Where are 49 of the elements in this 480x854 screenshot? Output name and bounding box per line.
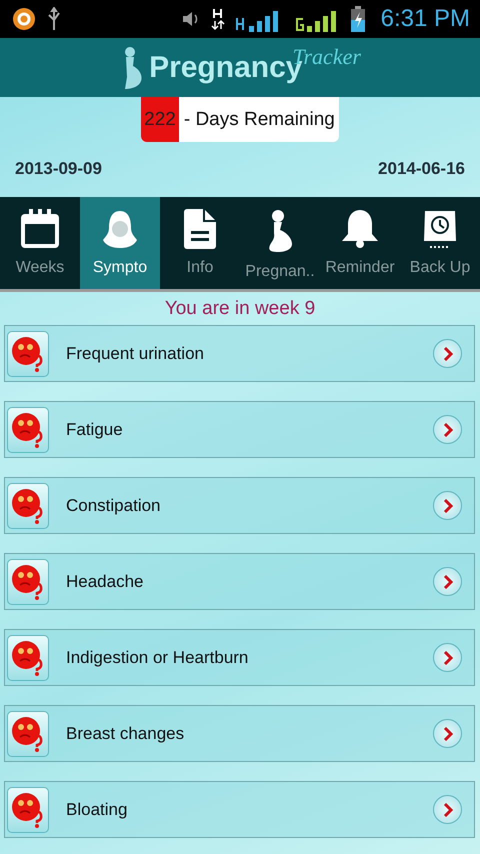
document-icon (184, 209, 216, 249)
status-time: 6:31 PM (380, 5, 470, 33)
symptom-label: Frequent urination (66, 344, 205, 364)
tab[interactable]: Sympto (80, 197, 160, 289)
symptom-label: Indigestion or Heartburn (66, 648, 250, 668)
start-date: 2013-09-09 (15, 159, 102, 179)
chevron-right-icon (433, 795, 462, 824)
symptom-row[interactable]: Indigestion or Heartburn (4, 629, 475, 686)
sad-face-question-icon (7, 558, 49, 604)
symptom-label: Headache (66, 572, 145, 592)
tab[interactable]: Info (160, 197, 240, 289)
week-message: You are in week 9 (164, 296, 316, 320)
symptom-label: Breast changes (66, 724, 186, 744)
sad-face-question-icon (7, 330, 49, 376)
tab[interactable]: Weeks (0, 197, 80, 289)
chevron-right-icon (433, 415, 462, 444)
sad-face-question-icon (7, 634, 49, 680)
chevron-right-icon (433, 567, 462, 596)
chevron-right-icon (433, 719, 462, 748)
symptom-row[interactable]: Headache (4, 553, 475, 610)
symptom-row[interactable]: Fatigue (4, 401, 475, 458)
battery-charging-icon (350, 6, 365, 32)
tab[interactable]: Pregnan.. (240, 197, 320, 289)
sad-face-question-icon (7, 482, 49, 528)
sad-face-question-icon (7, 786, 49, 832)
days-remaining-label: - Days Remaining (182, 108, 336, 130)
tab[interactable]: Reminder (320, 197, 400, 289)
symptom-row[interactable]: Frequent urination (4, 325, 475, 382)
symptom-label: Constipation (66, 496, 162, 516)
days-count: 222 (141, 97, 179, 142)
symptom-row[interactable]: Bloating (4, 781, 475, 838)
data-transfer-icon (210, 7, 225, 31)
due-date: 2014-06-16 (378, 159, 465, 179)
usb-icon (46, 7, 62, 31)
calendar-icon (20, 209, 60, 249)
tab[interactable]: Back Up (400, 197, 480, 289)
sad-face-question-icon (7, 710, 49, 756)
symptom-row[interactable]: Breast changes (4, 705, 475, 762)
backup-clock-icon (422, 209, 458, 249)
woman-icon (101, 209, 139, 249)
app-notification-icon (12, 7, 36, 31)
bell-icon (341, 209, 379, 249)
symptom-label: Fatigue (66, 420, 124, 440)
sad-face-question-icon (7, 406, 49, 452)
symptom-label: Bloating (66, 800, 128, 820)
chevron-right-icon (433, 339, 462, 368)
symptom-row[interactable]: Constipation (4, 477, 475, 534)
chevron-right-icon (433, 643, 462, 672)
chevron-right-icon (433, 491, 462, 520)
